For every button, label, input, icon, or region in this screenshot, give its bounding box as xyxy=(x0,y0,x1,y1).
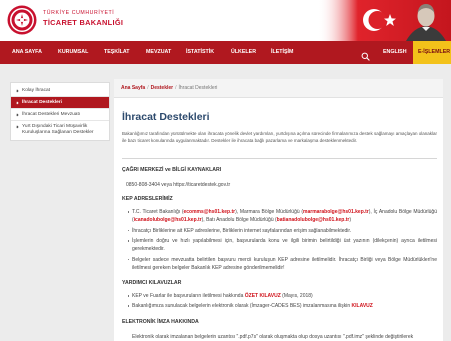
kep-list: T.C. Ticaret Bakanlığı (ecomms@hs01.kep.… xyxy=(127,208,437,274)
breadcrumb-home-link[interactable]: Ana Sayfa xyxy=(121,85,145,91)
list-text: KEP ve Fuarlar ile başvuruların iletilme… xyxy=(132,293,245,299)
page-title: İhracat Destekleri xyxy=(122,111,210,123)
section-heading-guides: YARDIMCI KILAVUZLAR xyxy=(122,280,182,286)
search-icon xyxy=(361,52,370,61)
sidebar-item-ihracat-destekleri-mevzuati[interactable]: İhracat Destekleri Mevzuatı xyxy=(11,109,109,121)
sidebar-item-ihracat-destekleri[interactable]: İhracat Destekleri xyxy=(11,97,109,109)
section-divider xyxy=(122,158,437,159)
bullet-icon xyxy=(127,258,130,261)
sidebar-menu: Kolay İhracat İhracat Destekleri İhracat… xyxy=(10,82,110,141)
nav-item-mevzuat[interactable]: MEVZUAT xyxy=(146,41,171,64)
list-text: ), Marmara Bölge Müdürlüğü ( xyxy=(235,209,304,215)
nav-item-teskilat[interactable]: TEŞKİLAT xyxy=(104,41,130,64)
nav-item-iletisim[interactable]: İLETİŞİM xyxy=(271,41,293,64)
list-text: (Mayıs, 2018) xyxy=(280,293,313,299)
flag-portrait-image xyxy=(318,0,451,41)
language-english-link[interactable]: ENGLISH xyxy=(383,41,407,64)
nav-item-ana-sayfa[interactable]: ANA SAYFA xyxy=(12,41,42,64)
section-heading-kep: KEP ADRESLERİMİZ xyxy=(122,196,173,202)
list-text: ), Batı Anadolu Bölge Müdürlüğü ( xyxy=(201,217,277,223)
list-text: İşlemlerin doğru ve hızlı yapılabilmesi … xyxy=(132,238,437,252)
esign-list: Elektronik olarak imzalanan belgelerin u… xyxy=(132,333,437,341)
sidebar-item-kolay-ihracat[interactable]: Kolay İhracat xyxy=(11,85,109,97)
brand-title-line1[interactable]: TÜRKİYE CUMHURİYETİ xyxy=(43,10,114,16)
bullet-icon xyxy=(127,295,130,297)
site-header: TÜRKİYE CUMHURİYETİ TİCARET BAKANLIĞI xyxy=(0,0,451,41)
sidebar-item-label: Kolay İhracat xyxy=(22,87,50,93)
sidebar-item-yurt-disi-musavirlik[interactable]: Yurt Dışındaki Ticari Müşavirlik Kuruluş… xyxy=(11,121,109,138)
chevron-right-icon xyxy=(15,113,19,117)
list-text: İhracatçı Birliklerine ait KEP adresleri… xyxy=(132,227,352,234)
bullet-icon xyxy=(127,229,130,232)
ministry-emblem-icon[interactable] xyxy=(7,5,37,35)
list-item: İhracatçı Birliklerine ait KEP adresleri… xyxy=(127,227,437,235)
intro-paragraph: Bakanlığımız tarafından yürütülmekte ola… xyxy=(122,131,437,143)
breadcrumb-parent-link[interactable]: Destekler xyxy=(151,85,174,91)
page: TÜRKİYE CUMHURİYETİ TİCARET BAKANLIĞI AN… xyxy=(0,0,451,341)
section-heading-esign: ELEKTRONİK İMZA HAKKINDA xyxy=(122,319,199,325)
kep-email-link[interactable]: icanadolubolge@hs01.kep.tr xyxy=(134,217,202,223)
brand-title-line2[interactable]: TİCARET BAKANLIĞI xyxy=(43,18,123,27)
list-item: Elektronik olarak imzalanan belgelerin u… xyxy=(132,333,437,341)
bullet-icon xyxy=(127,305,130,307)
sidebar-item-label: Yurt Dışındaki Ticari Müşavirlik Kuruluş… xyxy=(22,123,94,135)
list-item: Belgeler sadece mevzuatta belirtilen baş… xyxy=(127,256,437,272)
content-card: Ana Sayfa / Destekler / İhracat Destekleri İ… xyxy=(114,79,443,341)
list-item: Bakanlığımıza sunulacak belgelerin elekt… xyxy=(127,302,437,310)
chevron-right-icon xyxy=(15,101,19,105)
kep-email-link[interactable]: marmarabolge@hs01.kep.tr xyxy=(303,209,369,215)
ataturk-portrait-banner xyxy=(318,0,451,41)
call-center-info: 0850-808-3404 veya https://ticaretdestek… xyxy=(126,182,231,188)
guide-link-kilavuz[interactable]: KILAVUZ xyxy=(352,303,373,309)
list-text: Belgeler sadece mevzuatta belirtilen baş… xyxy=(132,256,437,271)
guide-link-ozet-kilavuz[interactable]: ÖZET KILAVUZ xyxy=(245,293,281,299)
list-text: Bakanlığımıza sunulacak belgelerin elekt… xyxy=(132,303,352,309)
kep-email-link[interactable]: ecomms@hs01.kep.tr xyxy=(184,209,236,215)
chevron-right-icon xyxy=(15,89,19,93)
breadcrumb-separator: / xyxy=(175,85,177,91)
guides-list: KEP ve Fuarlar ile başvuruların iletilme… xyxy=(127,292,437,312)
list-item: KEP ve Fuarlar ile başvuruların iletilme… xyxy=(127,292,437,300)
search-button[interactable] xyxy=(361,48,370,61)
main-nav: ANA SAYFA KURUMSAL TEŞKİLAT MEVZUAT İSTA… xyxy=(0,41,451,64)
section-heading-call-center: ÇAĞRI MERKEZİ ve BİLGİ KAYNAKLARI xyxy=(122,167,222,173)
e-islemler-button[interactable]: E-İŞLEMLER xyxy=(413,41,451,64)
chevron-right-icon xyxy=(15,125,19,129)
bullet-icon xyxy=(127,240,130,242)
nav-item-istatistik[interactable]: İSTATİSTİK xyxy=(186,41,214,64)
list-text: ) xyxy=(349,217,352,223)
sidebar-item-label: İhracat Destekleri xyxy=(22,99,62,105)
list-item: İşlemlerin doğru ve hızlı yapılabilmesi … xyxy=(127,237,437,253)
nav-item-kurumsal[interactable]: KURUMSAL xyxy=(58,41,88,64)
nav-item-ulkeler[interactable]: ÜLKELER xyxy=(231,41,256,64)
sidebar-item-label: İhracat Destekleri Mevzuatı xyxy=(22,111,81,117)
breadcrumb-separator: / xyxy=(147,85,149,91)
breadcrumb-current: İhracat Destekleri xyxy=(178,85,218,91)
list-text: T.C. Ticaret Bakanlığı ( xyxy=(132,209,184,215)
list-text: Elektronik olarak imzalanan belgelerin u… xyxy=(132,334,414,340)
breadcrumb: Ana Sayfa / Destekler / İhracat Destekleri xyxy=(114,79,443,98)
list-item: T.C. Ticaret Bakanlığı (ecomms@hs01.kep.… xyxy=(127,208,437,224)
kep-email-link[interactable]: batianadolubolge@hs01.kep.tr xyxy=(277,217,350,223)
bullet-icon xyxy=(127,211,130,213)
